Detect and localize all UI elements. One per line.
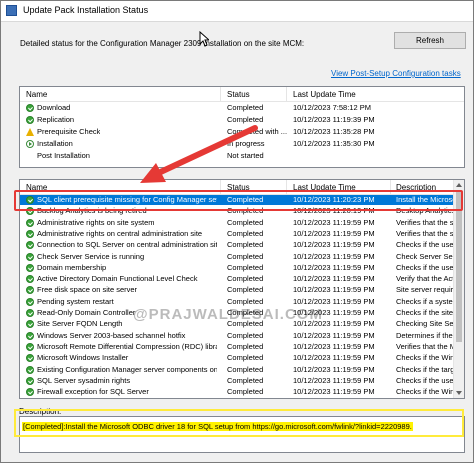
mouse-cursor-icon <box>199 31 209 47</box>
red-arrow-icon <box>140 125 258 183</box>
watermark: @PRAJWALDESAI.COM <box>133 306 323 323</box>
